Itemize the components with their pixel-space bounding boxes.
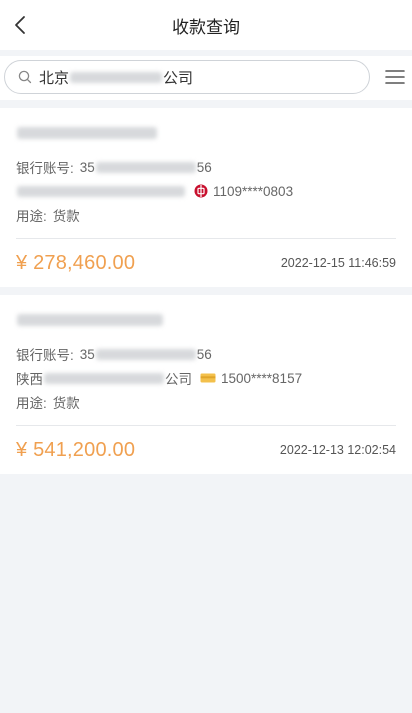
timestamp: 2022-12-13 12:02:54 xyxy=(279,443,396,457)
search-query-suffix: 公司 xyxy=(163,69,194,87)
page-title: 收款查询 xyxy=(172,18,240,37)
purpose-label: 用途: xyxy=(16,396,47,411)
receipt-list: 银行账号: 35 56 1109****0803 用途: 货款 ¥ 278,46… xyxy=(0,108,412,482)
account-prefix: 35 xyxy=(79,346,95,362)
redacted-text xyxy=(17,314,163,326)
payer-prefix: 陕西 xyxy=(16,372,43,387)
redacted-text xyxy=(95,348,196,360)
redacted-text xyxy=(44,372,164,384)
account-label: 银行账号: xyxy=(16,161,74,176)
purpose-value: 货款 xyxy=(52,396,80,411)
purpose-line: 用途: 货款 xyxy=(16,204,396,226)
amount: ¥ 541,200.00 xyxy=(16,438,136,461)
payer-line: 1109****0803 xyxy=(16,180,396,202)
amount: ¥ 278,460.00 xyxy=(16,251,136,274)
account-suffix: 56 xyxy=(196,346,212,362)
search-input[interactable]: 北京 公司 xyxy=(4,60,370,94)
search-query-prefix: 北京 xyxy=(39,69,70,87)
redacted-text xyxy=(70,71,163,83)
bank-of-china-logo-icon xyxy=(194,184,208,198)
payer-account-masked: 1500****8157 xyxy=(221,370,303,386)
purpose-label: 用途: xyxy=(16,209,47,224)
menu-icon[interactable] xyxy=(384,67,406,87)
timestamp: 2022-12-15 11:46:59 xyxy=(280,256,396,270)
redacted-text xyxy=(17,185,185,197)
account-suffix: 56 xyxy=(196,159,212,175)
account-prefix: 35 xyxy=(79,159,95,175)
redacted-text xyxy=(17,127,157,139)
payer-line: 陕西 公司 1500****8157 xyxy=(16,367,396,389)
payee-company-name xyxy=(16,311,396,329)
purpose-value: 货款 xyxy=(52,209,80,224)
search-query: 北京 公司 xyxy=(39,67,193,88)
receipt-card[interactable]: 银行账号: 35 56 陕西 公司 1500****8157 用途: 货款 ¥ … xyxy=(0,295,412,474)
payer-suffix: 公司 xyxy=(165,372,192,387)
account-label: 银行账号: xyxy=(16,348,74,363)
purpose-line: 用途: 货款 xyxy=(16,391,396,413)
app-header: 收款查询 xyxy=(0,0,412,50)
bank-account-line: 银行账号: 35 56 xyxy=(16,156,396,178)
bank-card-icon xyxy=(200,373,216,383)
payee-company-name xyxy=(16,124,396,142)
redacted-text xyxy=(95,161,196,173)
receipt-card[interactable]: 银行账号: 35 56 1109****0803 用途: 货款 ¥ 278,46… xyxy=(0,108,412,287)
search-bar-row: 北京 公司 xyxy=(0,56,412,100)
search-icon xyxy=(18,70,32,84)
bank-account-line: 银行账号: 35 56 xyxy=(16,343,396,365)
payer-account-masked: 1109****0803 xyxy=(213,183,294,199)
